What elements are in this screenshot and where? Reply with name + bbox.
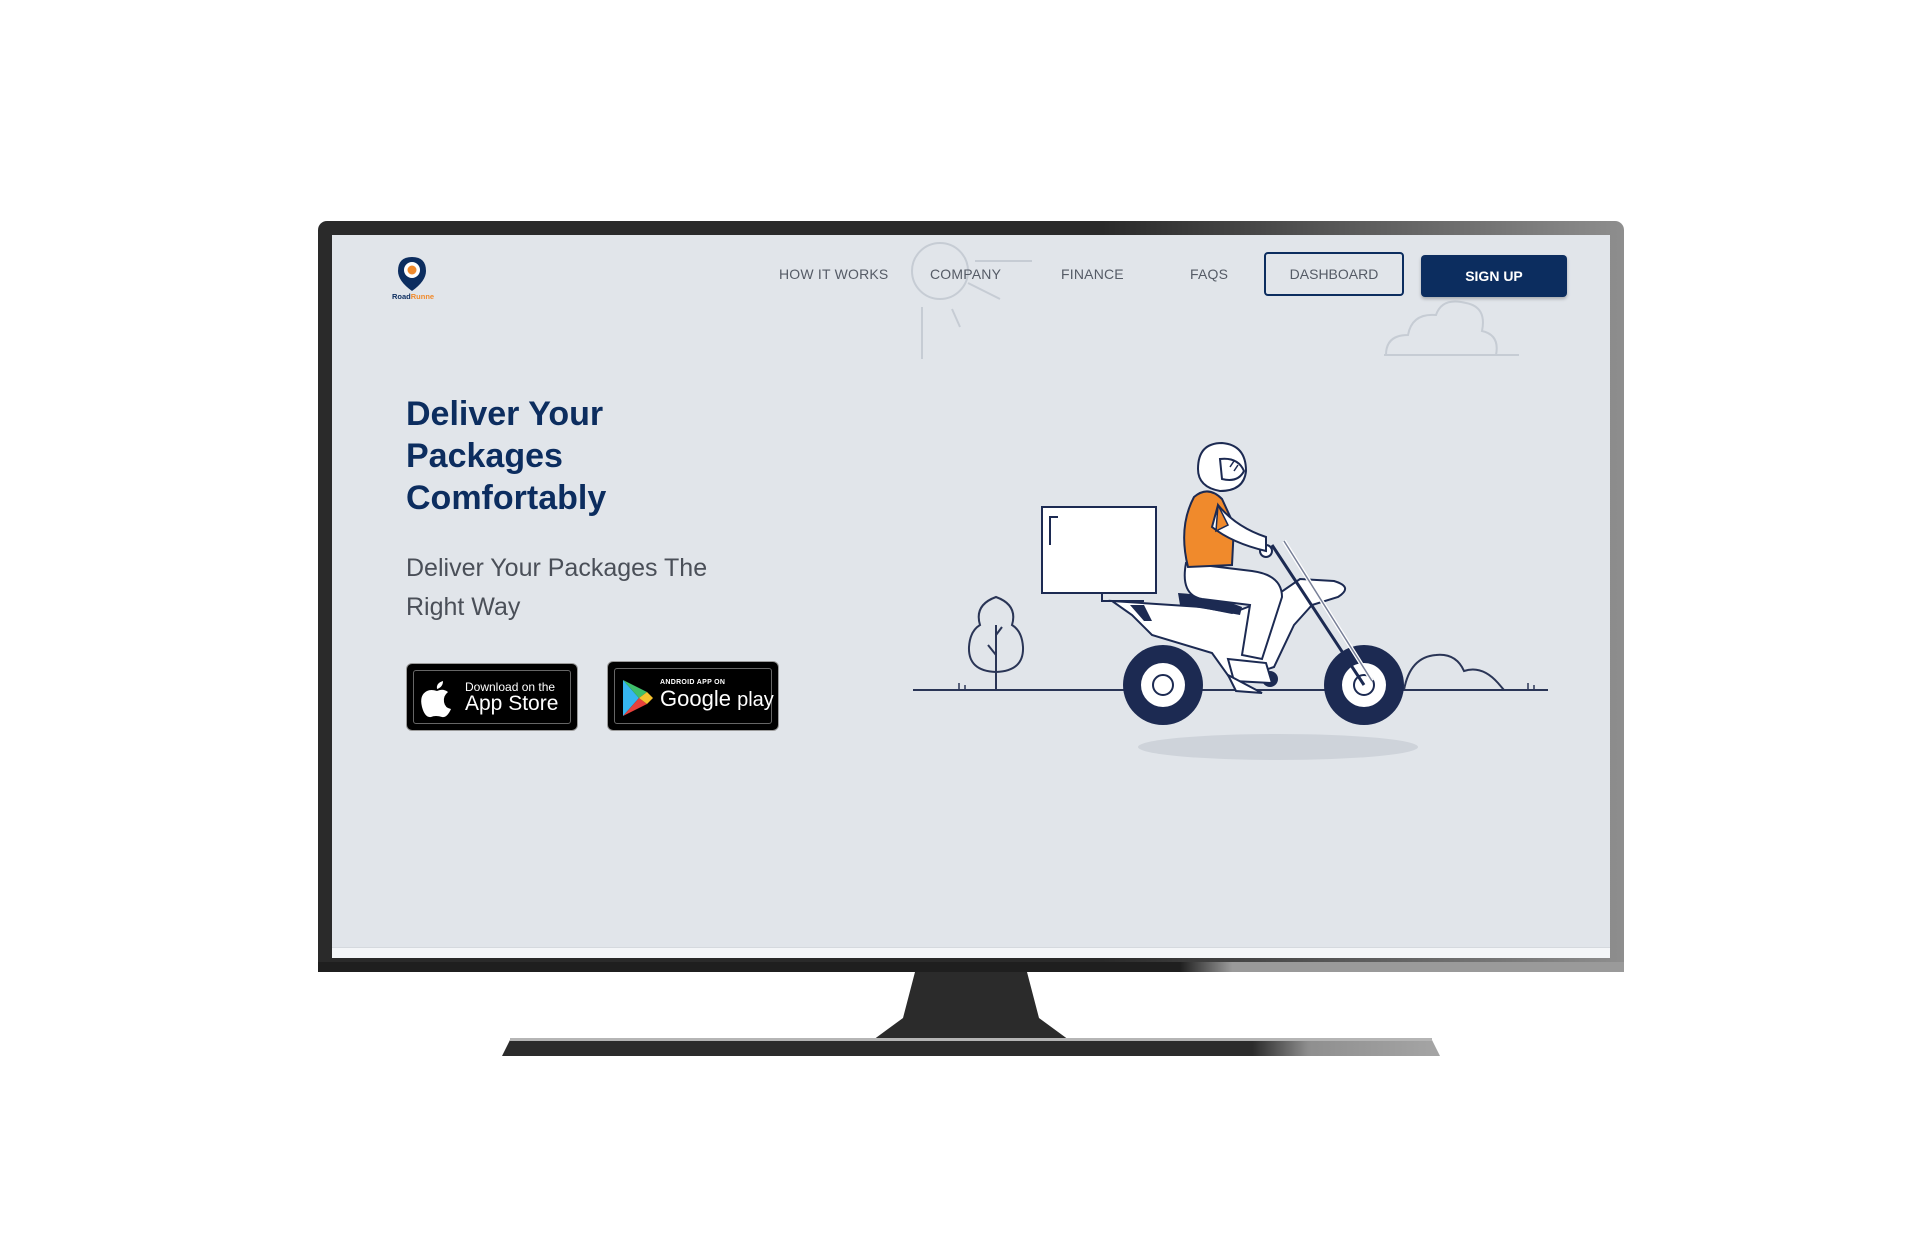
apple-icon (421, 681, 451, 718)
app-store-big-text: App Store (465, 692, 559, 715)
nav-finance[interactable]: FINANCE (1061, 266, 1124, 282)
play-triangle-icon (623, 680, 653, 716)
nav-how-it-works[interactable]: HOW IT WORKS (779, 266, 888, 282)
hero-subtitle-line: Deliver Your Packages The (406, 554, 708, 582)
google-word: Google (660, 686, 731, 711)
nav-company[interactable]: COMPANY (930, 266, 1001, 282)
monitor-bottom-edge (318, 962, 1624, 972)
nav-faqs[interactable]: FAQS (1190, 266, 1228, 282)
google-play-big-text: Google play (660, 686, 774, 712)
roadrunner-logo[interactable]: RoadRunner (390, 253, 434, 301)
website-screen: RoadRunner HOW IT WORKS COMPANY FINANCE … (332, 235, 1610, 947)
play-word: play (737, 689, 774, 711)
hero-title-line: Deliver Your (406, 395, 604, 433)
sign-up-button[interactable]: SIGN UP (1421, 255, 1567, 297)
google-play-button[interactable]: ANDROID APP ON Google play (607, 661, 779, 731)
delivery-rider-illustration (1041, 441, 1404, 725)
google-play-small-text: ANDROID APP ON (660, 679, 726, 686)
monitor-stand-base (502, 1038, 1440, 1056)
app-store-button[interactable]: Download on the App Store (406, 663, 578, 731)
hero-title-line: Comfortably (406, 479, 607, 517)
hero-title-line: Packages (406, 437, 563, 475)
hero-title: Deliver Your Packages Comfortably (406, 393, 666, 519)
cloud-icon (1384, 300, 1519, 356)
svg-text:RoadRunner: RoadRunner (392, 292, 434, 301)
dashboard-button[interactable]: DASHBOARD (1264, 252, 1404, 296)
hero-subtitle-line: Right Way (406, 593, 521, 621)
sun-icon (911, 242, 1032, 359)
screen-bottom-strip (332, 947, 1610, 958)
shrub-icon (1403, 653, 1505, 691)
monitor-stand-neck (873, 972, 1069, 1040)
hero-subtitle: Deliver Your Packages The Right Way (406, 549, 736, 627)
tree-icon (967, 595, 1025, 690)
